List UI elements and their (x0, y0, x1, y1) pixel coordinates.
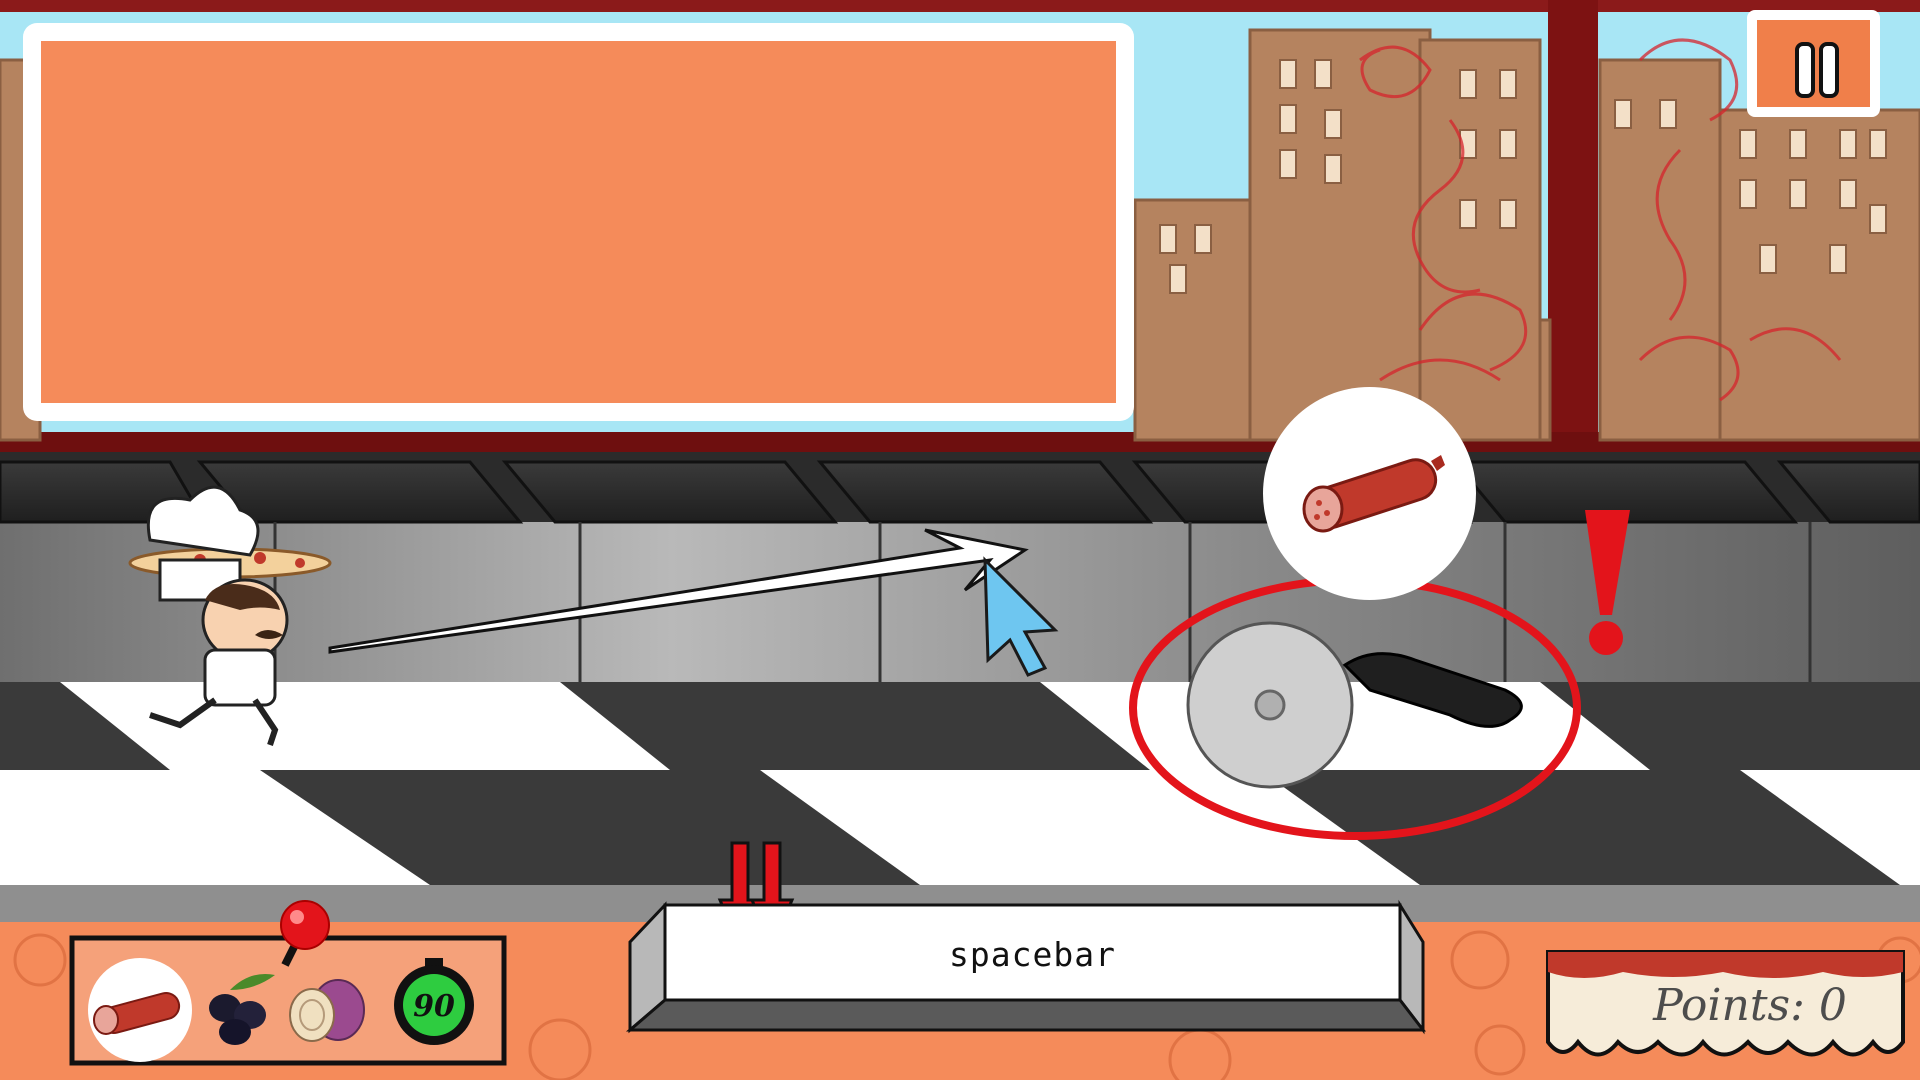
pause-icon-bar-left (1795, 42, 1815, 98)
target-ingredient-bubble (1263, 387, 1476, 600)
points-label: Points: 0 (1653, 979, 1847, 1031)
target-salami-icon (1302, 455, 1445, 533)
salami-icon[interactable] (88, 958, 192, 1062)
key-prompt-label: spacebar (949, 934, 1116, 974)
timer-value: 90 (413, 988, 455, 1024)
checkered-floor (0, 682, 1920, 922)
pause-icon (1757, 20, 1870, 107)
tutorial-panel (23, 23, 1134, 421)
pause-icon-bar-right (1819, 42, 1839, 98)
pause-button[interactable] (1747, 10, 1880, 117)
tutorial-panel-body (41, 41, 1116, 403)
